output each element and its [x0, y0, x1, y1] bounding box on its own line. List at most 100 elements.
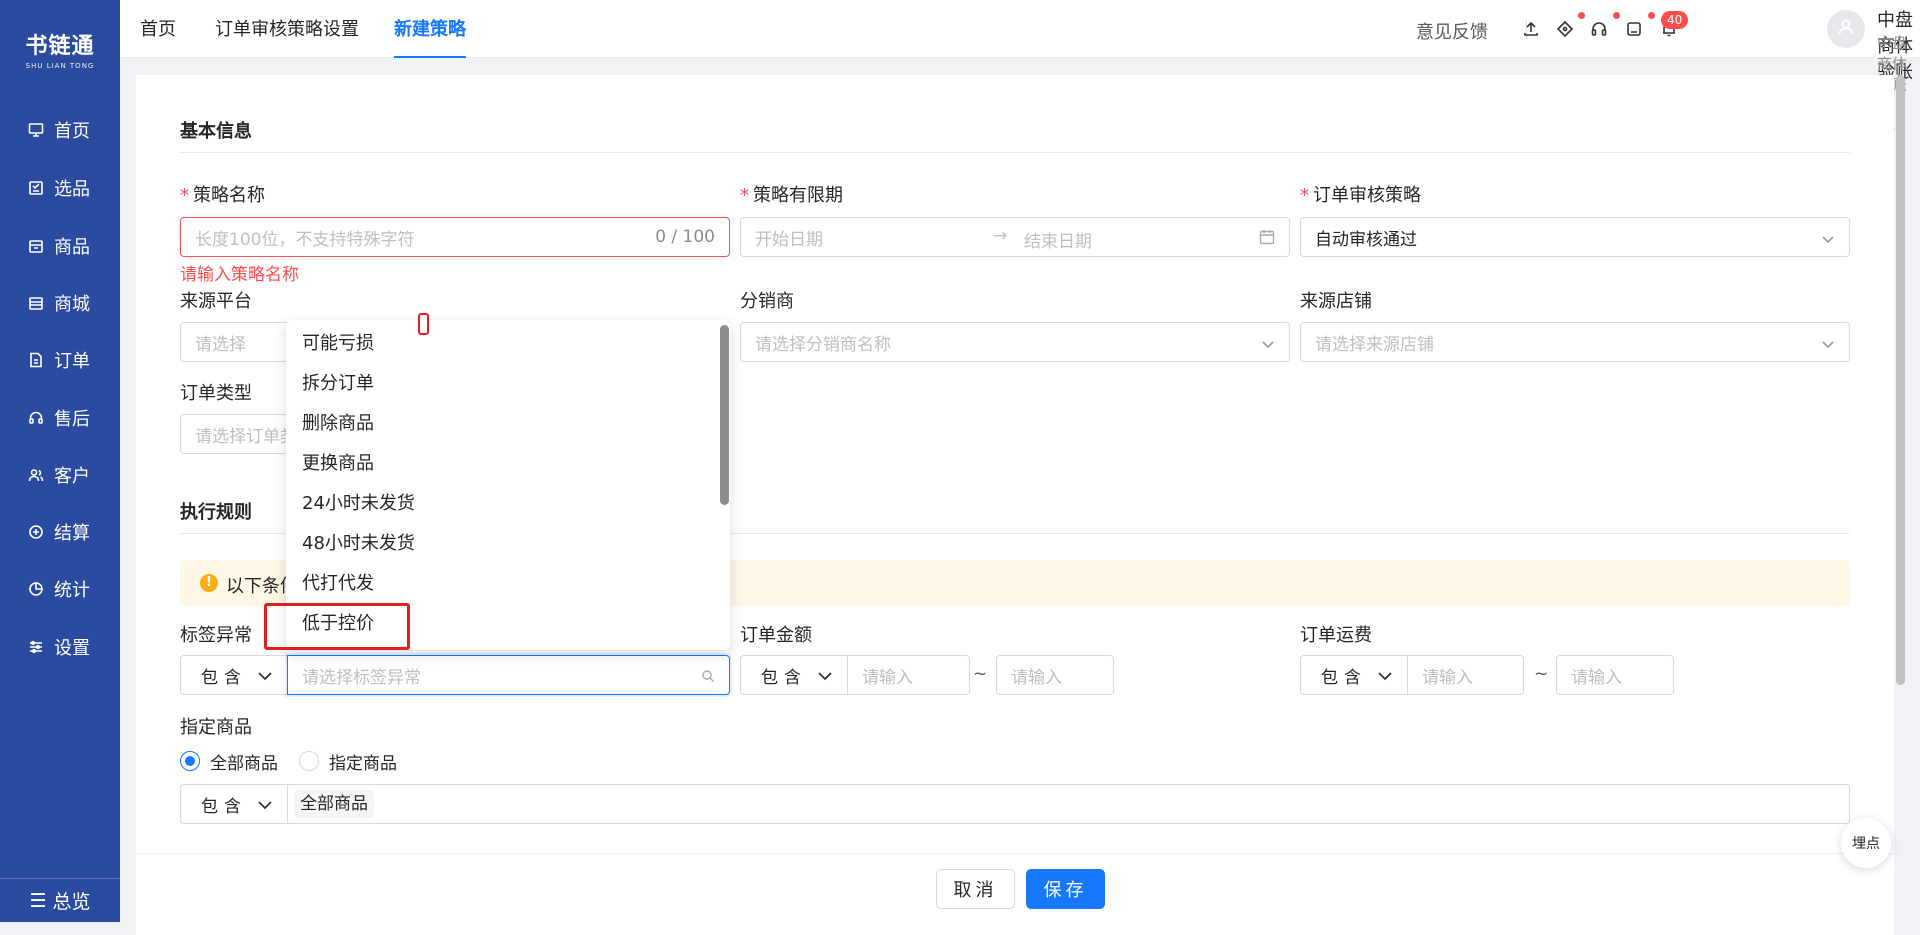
- sidebar-item-selection[interactable]: 选品: [0, 168, 120, 208]
- source-shop-select[interactable]: 请选择来源店铺: [1300, 322, 1850, 362]
- tracking-float-button[interactable]: 埋点: [1841, 818, 1891, 868]
- section-title-rules: 执行规则: [180, 502, 252, 523]
- tab-new-strategy[interactable]: 新建策略: [394, 0, 466, 58]
- source-platform-label: 来源平台: [180, 291, 252, 312]
- sidebar-item-settlement[interactable]: 结算: [0, 512, 120, 552]
- radio-specified-products[interactable]: [299, 751, 319, 771]
- sidebar-item-products[interactable]: 商品: [0, 226, 120, 266]
- strategy-period-label: * 策略有限期: [740, 181, 843, 207]
- dropdown-option[interactable]: 代打代发: [286, 564, 716, 604]
- sidebar-item-label: 售后: [54, 409, 90, 430]
- distributor-placeholder: 请选择分销商名称: [755, 334, 891, 355]
- dropdown-scrollbar[interactable]: [720, 325, 729, 505]
- sidebar-item-customers[interactable]: 客户: [0, 455, 120, 495]
- section-title-basic: 基本信息: [180, 121, 252, 142]
- strategy-name-placeholder: 长度100位，不支持特殊字符: [195, 229, 415, 250]
- freight-operator-value: 包含: [1321, 667, 1367, 688]
- date-range-picker[interactable]: 开始日期 → 结束日期: [740, 217, 1290, 257]
- pie-icon: [28, 581, 44, 597]
- sliders-icon: [28, 639, 44, 655]
- audit-strategy-label: * 订单审核策略: [1300, 181, 1421, 207]
- source-shop-label: 来源店铺: [1300, 291, 1372, 312]
- strategy-name-input[interactable]: 长度100位，不支持特殊字符 0 / 100: [180, 217, 730, 257]
- amount-operator-value: 包含: [761, 667, 807, 688]
- feedback-link[interactable]: 意见反馈: [1416, 18, 1488, 44]
- strategy-name-label-text: 策略名称: [193, 185, 265, 206]
- dropdown-option[interactable]: 可能亏损: [286, 324, 716, 364]
- start-date-input[interactable]: 开始日期: [755, 225, 823, 250]
- freight-max-input[interactable]: 请输入: [1556, 655, 1674, 695]
- specified-product-label: 指定商品: [180, 717, 252, 738]
- freight-operator-select[interactable]: 包含: [1300, 655, 1408, 695]
- radio-all-products-label[interactable]: 全部商品: [210, 749, 278, 774]
- audit-strategy-value: 自动审核通过: [1315, 229, 1417, 250]
- amount-min-input[interactable]: 请输入: [847, 655, 970, 695]
- dropdown-option[interactable]: 48小时未发货: [286, 524, 716, 564]
- order-freight-label: 订单运费: [1300, 625, 1372, 646]
- page-scrollbar[interactable]: [1896, 75, 1905, 685]
- sidebar-item-label: 首页: [54, 121, 90, 142]
- highlight-box: [264, 603, 410, 650]
- arrow-right-icon: →: [993, 226, 1008, 246]
- monitor-icon: [28, 122, 44, 138]
- tag-icon[interactable]: [1556, 20, 1574, 38]
- freight-min-input[interactable]: 请输入: [1407, 655, 1524, 695]
- logo-text: 书链通: [25, 34, 95, 59]
- calendar-icon: [1259, 229, 1275, 245]
- amount-operator-select[interactable]: 包含: [740, 655, 848, 695]
- user-avatar[interactable]: [1827, 10, 1865, 48]
- sidebar-item-label: 客户: [54, 466, 90, 487]
- audit-strategy-label-text: 订单审核策略: [1313, 185, 1421, 206]
- sidebar: 书链通 SHU LIAN TONG 首页 选品 商品 商城 订单 售后 客户 结…: [0, 0, 120, 922]
- settle-icon: [28, 524, 44, 540]
- tag-exception-placeholder: 请选择标签异常: [302, 667, 421, 688]
- tag-exception-select[interactable]: 请选择标签异常: [287, 655, 730, 695]
- dropdown-option[interactable]: 更换商品: [286, 444, 716, 484]
- sidebar-item-orders[interactable]: 订单: [0, 340, 120, 380]
- save-button[interactable]: 保存: [1026, 869, 1105, 909]
- product-select[interactable]: 全部商品: [287, 784, 1850, 824]
- chevron-down-icon: [258, 801, 272, 810]
- sidebar-item-aftersale[interactable]: 售后: [0, 398, 120, 438]
- highlight-marker: [418, 313, 429, 335]
- product-tag: 全部商品: [294, 790, 374, 818]
- radio-all-products[interactable]: [180, 751, 200, 771]
- amount-max-input[interactable]: 请输入: [996, 655, 1114, 695]
- upload-icon[interactable]: [1522, 20, 1540, 38]
- chevron-down-icon: [1378, 672, 1392, 681]
- order-icon: [28, 352, 44, 368]
- sidebar-item-settings[interactable]: 设置: [0, 627, 120, 667]
- strategy-name-error: 请输入策略名称: [180, 265, 299, 285]
- end-date-input[interactable]: 结束日期: [1024, 227, 1092, 252]
- headset-icon: [28, 410, 44, 426]
- distributor-select[interactable]: 请选择分销商名称: [740, 322, 1290, 362]
- tag-operator-select[interactable]: 包含: [180, 655, 288, 695]
- tag-exception-dropdown: 可能亏损 拆分订单 删除商品 更换商品 24小时未发货 48小时未发货 代打代发…: [286, 320, 730, 650]
- users-icon: [28, 467, 44, 483]
- tab-home[interactable]: 首页: [140, 0, 176, 58]
- product-operator-select[interactable]: 包含: [180, 784, 288, 824]
- dropdown-option[interactable]: 删除商品: [286, 404, 716, 444]
- cancel-button[interactable]: 取消: [936, 869, 1015, 909]
- store-icon: [28, 295, 44, 311]
- top-bar: 首页 订单审核策略设置 新建策略 意见反馈 40 中盘商体验账号 中盘商体验账号…: [120, 0, 1920, 134]
- dropdown-option[interactable]: 24小时未发货: [286, 484, 716, 524]
- sidebar-item-mall[interactable]: 商城: [0, 283, 120, 323]
- sidebar-item-statistics[interactable]: 统计: [0, 569, 120, 609]
- menu-icon: ☰: [29, 889, 47, 912]
- headset-icon[interactable]: [1590, 20, 1608, 38]
- audit-strategy-select[interactable]: 自动审核通过: [1300, 217, 1850, 257]
- robot-icon[interactable]: [1625, 20, 1643, 38]
- chevron-down-icon: [818, 672, 832, 681]
- dropdown-option[interactable]: 拆分订单: [286, 364, 716, 404]
- freight-min-placeholder: 请输入: [1422, 667, 1473, 688]
- sidebar-overview-button[interactable]: ☰ 总览: [0, 878, 120, 922]
- distributor-label: 分销商: [740, 291, 794, 312]
- user-icon: [1836, 17, 1856, 41]
- sidebar-item-home[interactable]: 首页: [0, 110, 120, 150]
- tab-audit-strategy[interactable]: 订单审核策略设置: [215, 0, 359, 58]
- app-logo[interactable]: 书链通 SHU LIAN TONG: [0, 28, 120, 70]
- search-icon: [701, 668, 715, 682]
- radio-specified-products-label[interactable]: 指定商品: [329, 749, 397, 774]
- sidebar-item-label: 选品: [54, 179, 90, 200]
